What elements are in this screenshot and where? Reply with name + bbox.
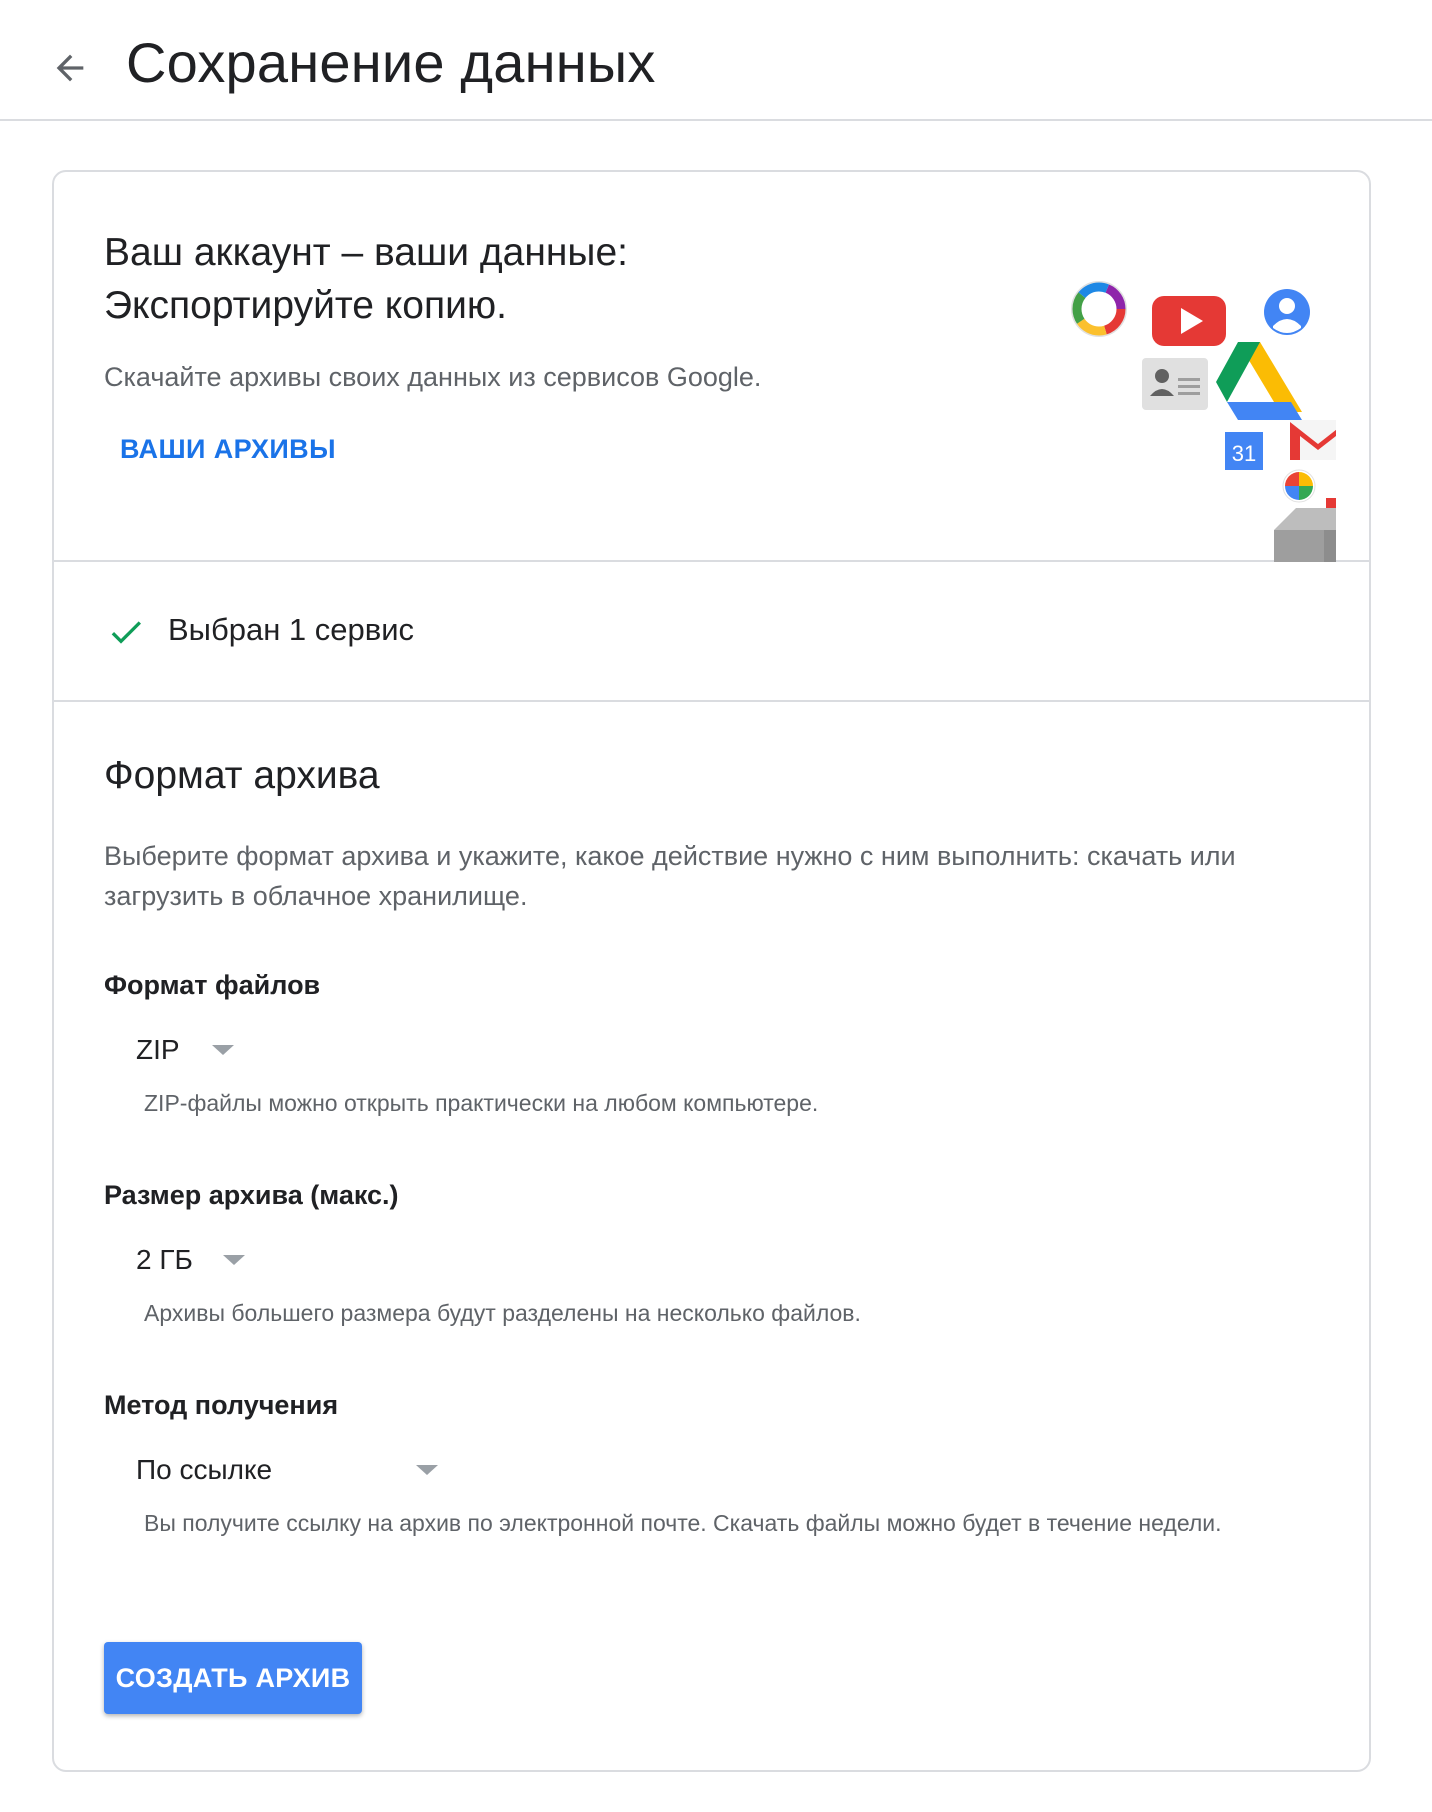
delivery-method-hint: Вы получите ссылку на архив по электронн… <box>144 1510 1222 1536</box>
chevron-down-icon <box>222 1255 245 1265</box>
calendar-icon: 31 <box>1225 432 1263 470</box>
file-type-hint: ZIP-файлы можно открыть практически на л… <box>144 1090 819 1116</box>
contacts-icon <box>1142 358 1208 410</box>
chevron-down-icon <box>211 1045 234 1055</box>
back-button[interactable] <box>44 42 96 94</box>
your-archives-link[interactable]: ВАШИ АРХИВЫ <box>120 434 336 465</box>
hero-section: Ваш аккаунт – ваши данные: Экспортируйте… <box>54 172 1369 562</box>
hero-title: Ваш аккаунт – ваши данные: Экспортируйте… <box>104 226 628 332</box>
arrow-back-icon <box>56 54 84 82</box>
archive-format-description: Выберите формат архива и укажите, какое … <box>104 841 1236 911</box>
hero-title-line2: Экспортируйте копию. <box>104 284 507 327</box>
check-icon <box>111 621 141 644</box>
picasa-icon <box>1071 281 1127 337</box>
archive-size-value: 2 ГБ <box>136 1244 193 1275</box>
app-header: Сохранение данных <box>0 0 1432 121</box>
archive-size-select[interactable]: 2 ГБ <box>136 1236 245 1284</box>
delivery-method-select[interactable]: По ссылке <box>136 1446 438 1494</box>
file-type-label: Формат файлов <box>104 970 321 1000</box>
file-type-select[interactable]: ZIP <box>136 1026 234 1074</box>
delivery-method-label: Метод получения <box>104 1390 339 1420</box>
selected-services-row[interactable]: Выбран 1 сервис <box>54 562 1369 702</box>
drive-icon <box>1216 342 1302 420</box>
hangouts-icon <box>1282 469 1316 503</box>
archive-size-hint: Архивы большего размера будут разделены … <box>144 1300 861 1326</box>
profile-icon <box>1264 289 1310 335</box>
create-archive-button[interactable]: СОЗДАТЬ АРХИВ <box>104 1642 362 1714</box>
file-type-value: ZIP <box>136 1034 180 1065</box>
hero-title-line1: Ваш аккаунт – ваши данные: <box>104 231 628 274</box>
services-illustration: 31 <box>1071 281 1336 562</box>
page-title: Сохранение данных <box>126 31 656 94</box>
calendar-day-text: 31 <box>1232 441 1256 466</box>
chevron-down-icon <box>416 1465 438 1475</box>
takeout-card: Ваш аккаунт – ваши данные: Экспортируйте… <box>52 170 1371 1772</box>
box-icon <box>1274 508 1336 562</box>
hero-description: Скачайте архивы своих данных из сервисов… <box>104 362 762 392</box>
delivery-method-value: По ссылке <box>136 1454 273 1485</box>
youtube-icon <box>1152 296 1226 346</box>
gmail-icon <box>1290 420 1336 460</box>
archive-size-label: Размер архива (макс.) <box>104 1180 399 1210</box>
archive-format-title: Формат архива <box>104 754 380 797</box>
selected-services-text: Выбран 1 сервис <box>168 612 415 647</box>
